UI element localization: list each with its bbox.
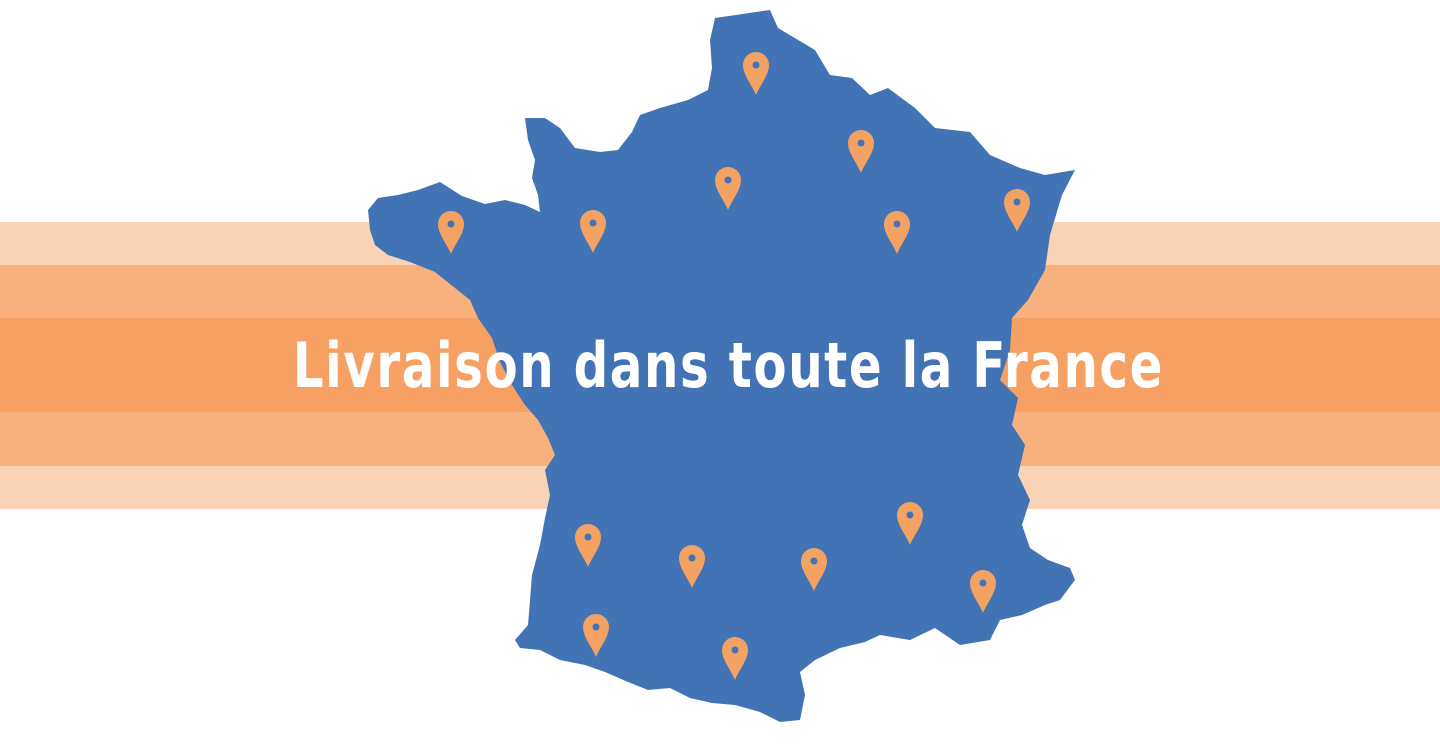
headline: Livraison dans toute la France: [164, 318, 1287, 412]
delivery-banner: Livraison dans toute la France: [0, 0, 1440, 756]
headline-text: Livraison dans toute la France: [292, 328, 1165, 402]
